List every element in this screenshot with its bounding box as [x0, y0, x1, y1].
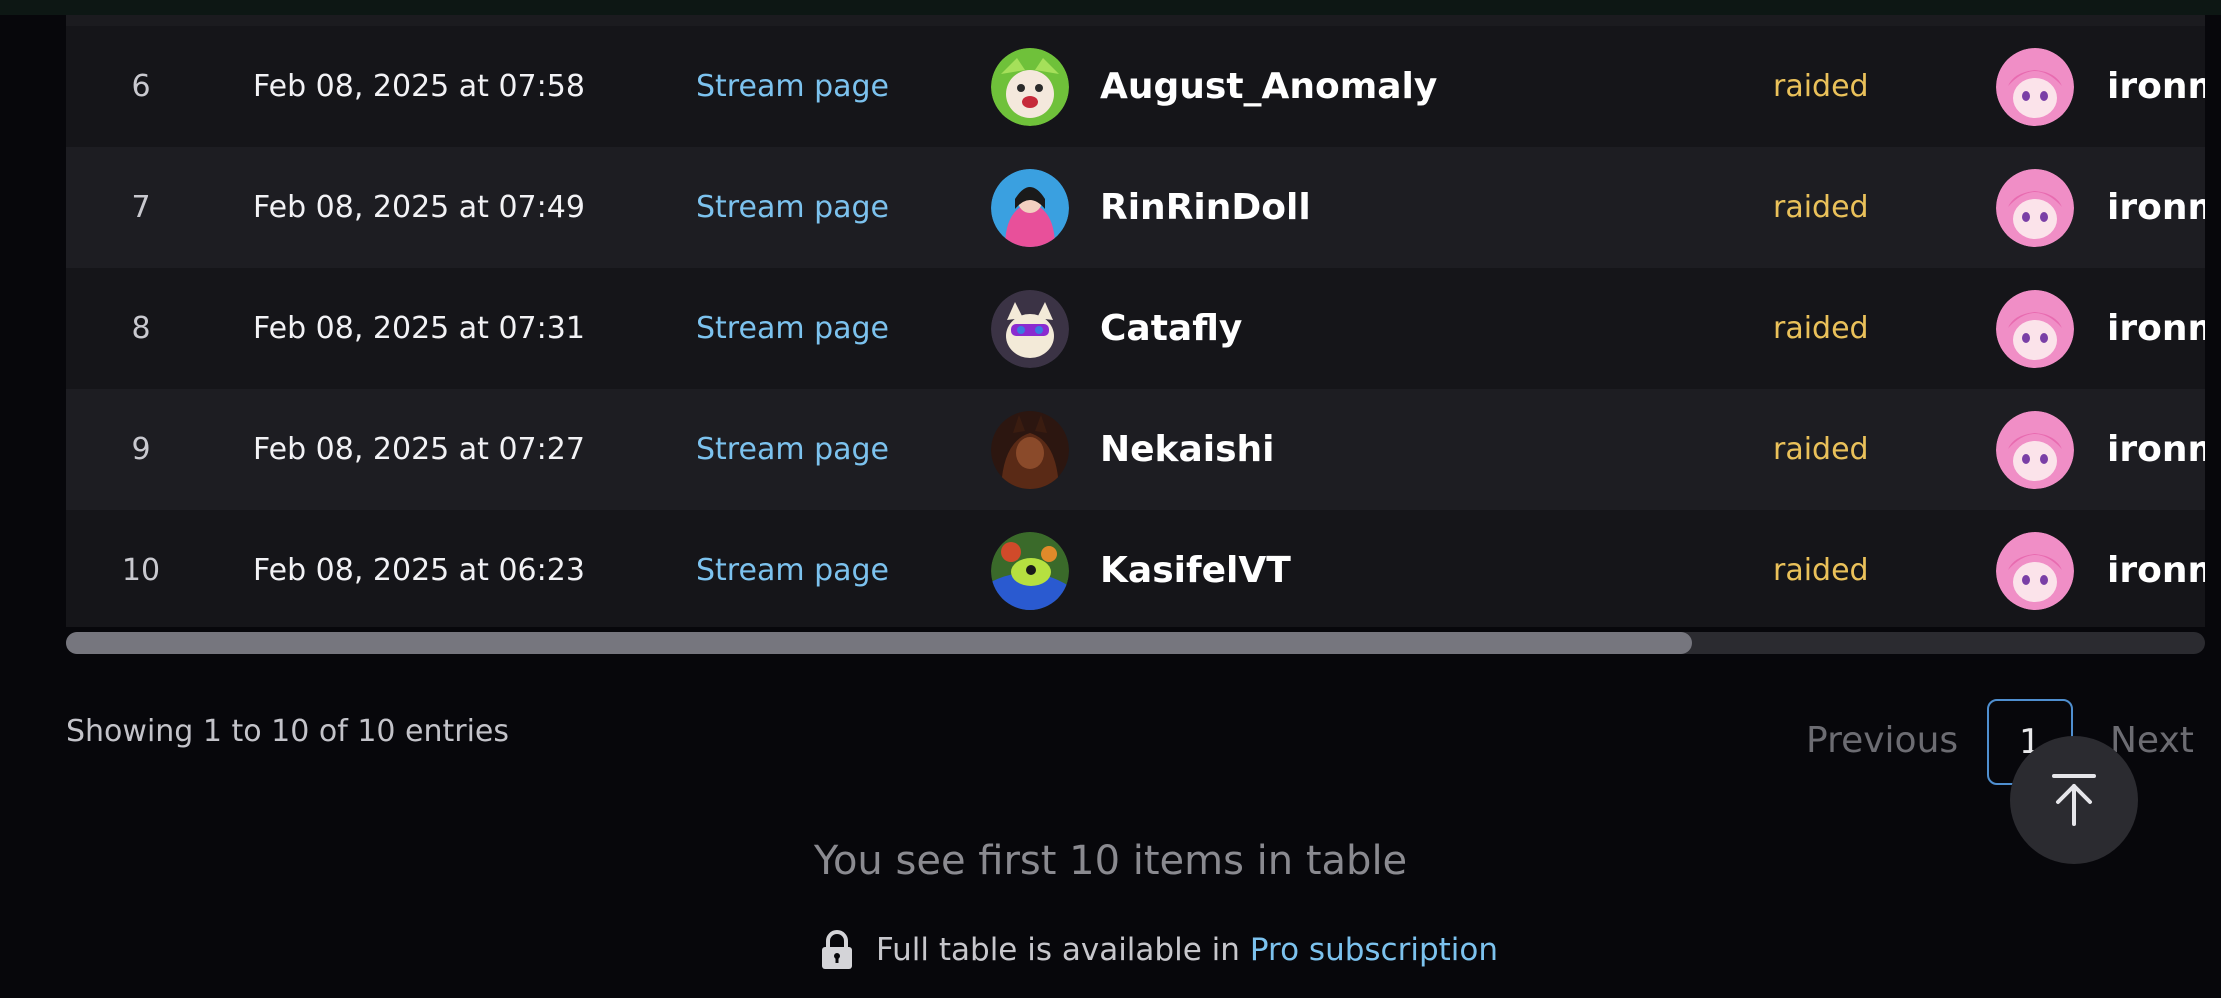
raid-date: Feb 08, 2025 at 07:58: [253, 69, 585, 104]
target-avatar[interactable]: [1996, 268, 2074, 389]
raid-status: raided: [1773, 69, 1869, 104]
limited-items-notice: You see first 10 items in table: [813, 838, 1408, 884]
table-row: 8 Feb 08, 2025 at 07:31 Stream page Cata…: [66, 268, 2205, 389]
raider-avatar[interactable]: [991, 389, 1069, 510]
raid-date: Feb 08, 2025 at 07:31: [253, 311, 585, 346]
raid-status: raided: [1773, 432, 1869, 467]
pro-subscription-notice: Full table is available in Pro subscript…: [820, 930, 1498, 970]
raider-avatar[interactable]: [991, 268, 1069, 389]
raider-name[interactable]: August_Anomaly: [1100, 26, 1437, 147]
row-number: 10: [121, 553, 161, 588]
row-number: 8: [131, 311, 151, 346]
table-row: 7 Feb 08, 2025 at 07:49 Stream page RinR…: [66, 147, 2205, 268]
target-avatar[interactable]: [1996, 147, 2074, 268]
arrow-up-to-line-icon: [2052, 774, 2096, 826]
target-name[interactable]: ironm: [2107, 389, 2205, 510]
table-top-edge: [66, 15, 2205, 26]
raider-avatar[interactable]: [991, 26, 1069, 147]
row-number: 9: [131, 432, 151, 467]
raider-name[interactable]: Catafly: [1100, 268, 1242, 389]
pro-notice-text: Full table is available in: [876, 932, 1240, 968]
target-name[interactable]: ironm: [2107, 268, 2205, 389]
next-page-button[interactable]: Next: [2110, 720, 2194, 761]
row-number: 7: [131, 190, 151, 225]
stream-page-link[interactable]: Stream page: [696, 26, 889, 147]
stream-page-link[interactable]: Stream page: [696, 510, 889, 627]
table-row: 9 Feb 08, 2025 at 07:27 Stream page Neka…: [66, 389, 2205, 510]
raider-avatar[interactable]: [991, 147, 1069, 268]
target-avatar[interactable]: [1996, 26, 2074, 147]
raid-status: raided: [1773, 553, 1869, 588]
horizontal-scrollbar-thumb[interactable]: [66, 632, 1692, 654]
stream-page-link[interactable]: Stream page: [696, 389, 889, 510]
raider-name[interactable]: Nekaishi: [1100, 389, 1275, 510]
table-row: 6 Feb 08, 2025 at 07:58 Stream page Augu…: [66, 26, 2205, 147]
stream-page-link[interactable]: Stream page: [696, 147, 889, 268]
raid-date: Feb 08, 2025 at 07:27: [253, 432, 585, 467]
previous-page-button[interactable]: Previous: [1806, 720, 1958, 761]
table-row: 10 Feb 08, 2025 at 06:23 Stream page Kas…: [66, 510, 2205, 627]
target-name[interactable]: ironm: [2107, 147, 2205, 268]
raider-name[interactable]: KasifelVT: [1100, 510, 1291, 627]
raid-status: raided: [1773, 190, 1869, 225]
stream-page-link[interactable]: Stream page: [696, 268, 889, 389]
target-name[interactable]: ironm: [2107, 510, 2205, 627]
target-avatar[interactable]: [1996, 510, 2074, 627]
row-number: 6: [131, 69, 151, 104]
target-avatar[interactable]: [1996, 389, 2074, 510]
lock-icon: [820, 930, 854, 970]
raid-date: Feb 08, 2025 at 07:49: [253, 190, 585, 225]
pro-subscription-link[interactable]: Pro subscription: [1250, 932, 1498, 968]
target-name[interactable]: ironm: [2107, 26, 2205, 147]
raid-status: raided: [1773, 311, 1869, 346]
raider-avatar[interactable]: [991, 510, 1069, 627]
entries-info: Showing 1 to 10 of 10 entries: [66, 714, 510, 749]
raids-table: 6 Feb 08, 2025 at 07:58 Stream page Augu…: [66, 15, 2205, 627]
raid-date: Feb 08, 2025 at 06:23: [253, 553, 585, 588]
raider-name[interactable]: RinRinDoll: [1100, 147, 1311, 268]
page-top-strip: [0, 0, 2221, 15]
